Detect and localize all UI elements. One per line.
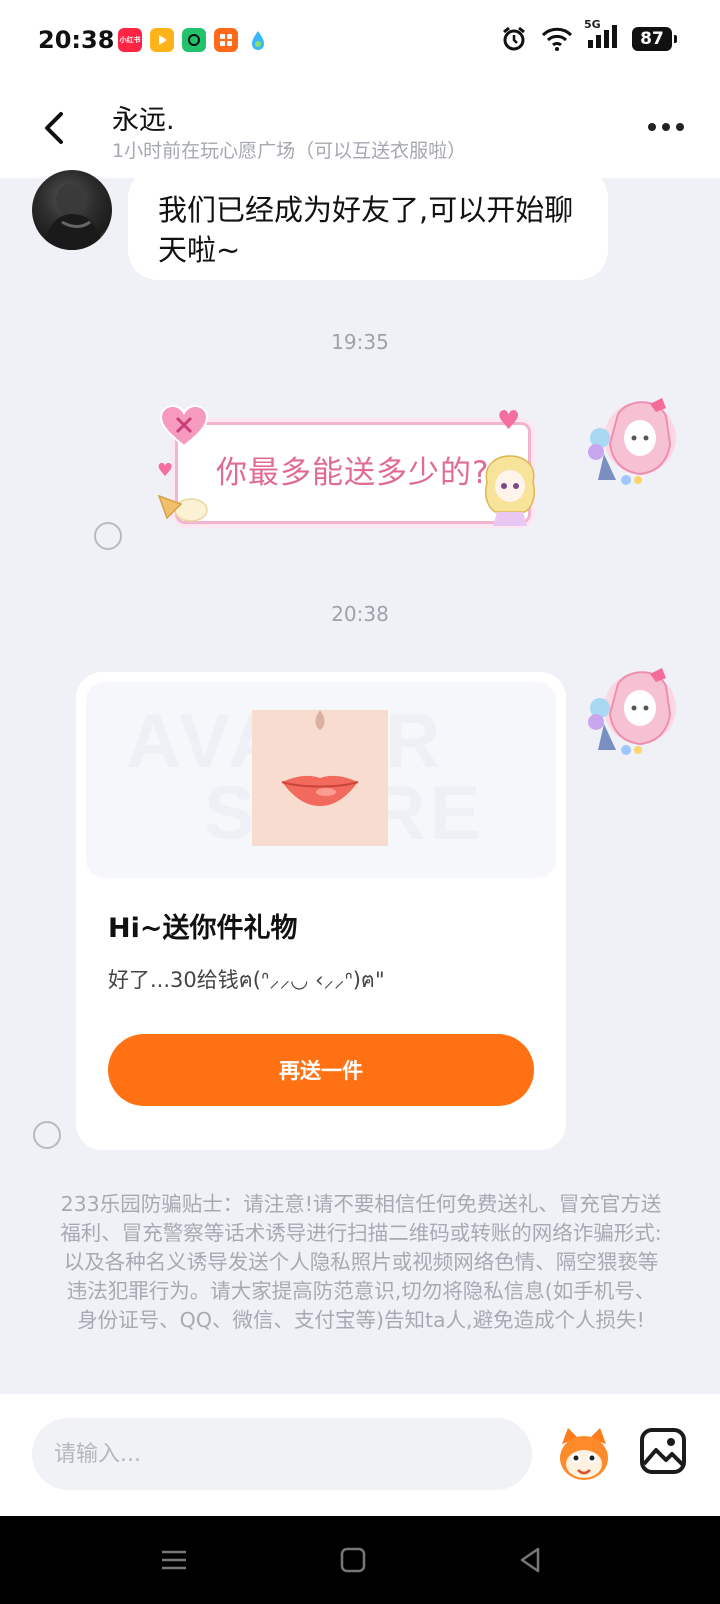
friend-message-text: 我们已经成为好友了,可以开始聊天啦~ bbox=[158, 193, 574, 267]
notification-app-icons: 小红书 bbox=[118, 28, 270, 52]
chat-header: 永远. 1小时前在玩心愿广场（可以互送衣服啦） bbox=[0, 84, 720, 178]
system-nav-bar bbox=[0, 1516, 720, 1604]
read-status-icon bbox=[33, 1121, 61, 1149]
gift-title: Hi~送你件礼物 bbox=[108, 913, 298, 944]
heart-icon: ♥ bbox=[157, 460, 174, 481]
gift-description: 好了...30给钱ฅ(ᐢ⸝⸝◡ ‹⸝⸝ᐢ)ฅ" bbox=[108, 968, 385, 992]
timestamp: 19:35 bbox=[331, 330, 389, 354]
input-bar bbox=[0, 1394, 720, 1516]
image-icon bbox=[640, 1428, 686, 1474]
heart-icon bbox=[159, 404, 209, 448]
contact-name: 永远. bbox=[112, 105, 175, 136]
dot-icon bbox=[676, 123, 684, 131]
my-avatar[interactable] bbox=[588, 394, 684, 490]
video-app-icon bbox=[150, 28, 174, 52]
gift-card[interactable]: AVATAR STORE Hi~送你件礼物 好了...30给钱ฅ(ᐢ⸝⸝◡ ‹⸝… bbox=[76, 672, 566, 1150]
read-status-icon bbox=[94, 522, 122, 550]
friend-avatar[interactable] bbox=[32, 170, 112, 250]
more-options-button[interactable] bbox=[642, 112, 690, 142]
sticker-text: 你最多能送多少的? bbox=[216, 455, 490, 491]
status-icons: 5G 87 bbox=[500, 18, 677, 54]
gift-image: AVATAR STORE bbox=[86, 682, 556, 878]
friend-message-bubble: 我们已经成为好友了,可以开始聊天啦~ bbox=[128, 168, 608, 280]
send-again-button[interactable]: 再送一件 bbox=[108, 1034, 534, 1106]
cell-signal-icon: 5G bbox=[584, 18, 620, 54]
sticker-frame: 你最多能送多少的? bbox=[175, 422, 531, 524]
emoji-mascot-button[interactable] bbox=[554, 1424, 614, 1484]
heart-icon: ♥ bbox=[497, 406, 521, 436]
battery-icon: 87 bbox=[632, 27, 677, 51]
grid-app-icon bbox=[214, 28, 238, 52]
dot-icon bbox=[662, 123, 670, 131]
dot-icon bbox=[648, 123, 656, 131]
contact-status: 1小时前在玩心愿广场（可以互送衣服啦） bbox=[112, 140, 467, 162]
chevron-left-icon bbox=[45, 112, 63, 144]
alarm-icon bbox=[503, 26, 525, 51]
timestamp: 20:38 bbox=[331, 602, 389, 626]
mascot-icon bbox=[560, 1428, 608, 1480]
menu-nav-icon[interactable] bbox=[158, 1544, 190, 1576]
sticker-message[interactable]: 你最多能送多少的? ♥ ♥ bbox=[157, 404, 536, 536]
drop-app-icon bbox=[246, 28, 270, 52]
message-input[interactable] bbox=[32, 1418, 532, 1490]
back-nav-icon[interactable] bbox=[514, 1544, 546, 1576]
back-button[interactable] bbox=[34, 106, 78, 150]
anti-fraud-warning: 233乐园防骗贴士：请注意!请不要相信任何免费送礼、冒充官方送福利、冒充警察等话… bbox=[60, 1192, 662, 1332]
xiaohongshu-app-icon: 小红书 bbox=[118, 28, 142, 52]
my-avatar[interactable] bbox=[588, 664, 684, 760]
status-bar: 20:38 小红书 5G 87 bbox=[0, 0, 720, 84]
lips-item-image bbox=[252, 710, 388, 846]
ice-cream-icon bbox=[157, 494, 208, 522]
chibi-girl-icon bbox=[484, 455, 536, 526]
image-picker-button[interactable] bbox=[638, 1426, 688, 1476]
wifi-icon bbox=[541, 27, 573, 51]
home-nav-icon[interactable] bbox=[337, 1544, 369, 1576]
status-time: 20:38 bbox=[38, 26, 115, 54]
chat-app-icon bbox=[182, 28, 206, 52]
